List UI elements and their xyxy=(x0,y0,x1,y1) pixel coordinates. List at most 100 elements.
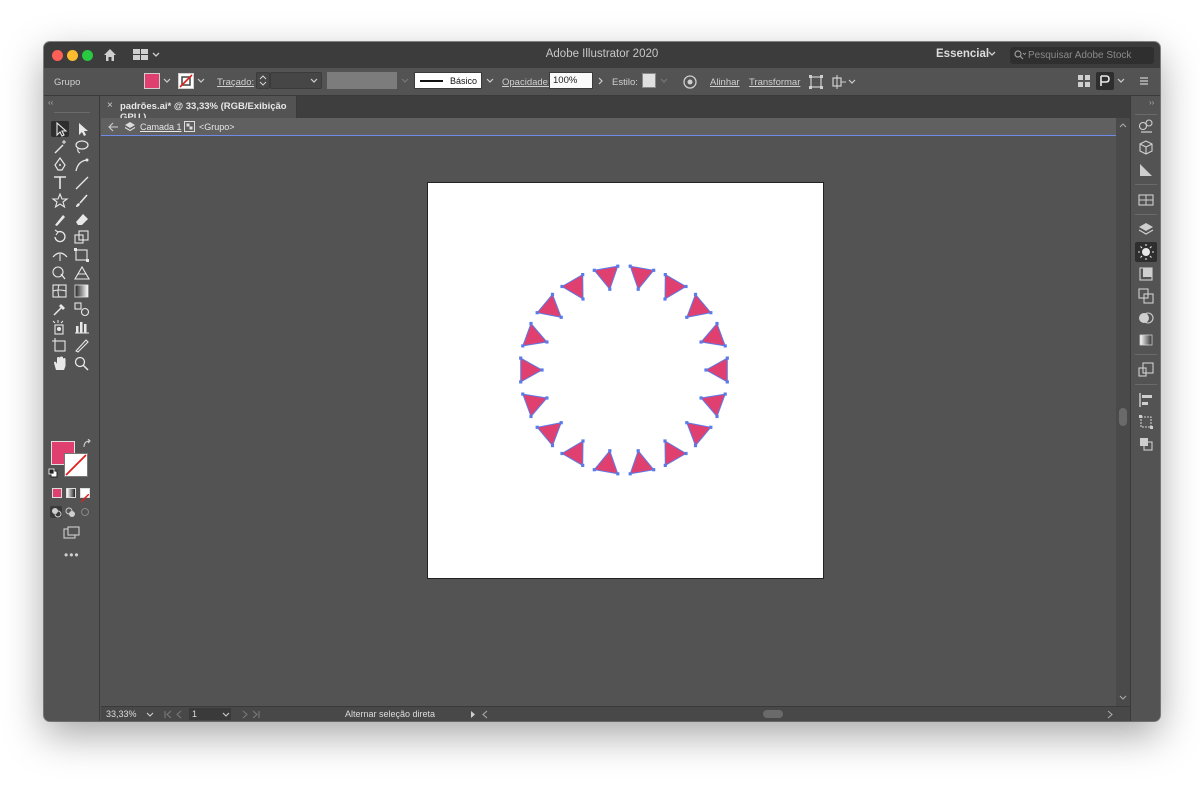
triangle-shape[interactable] xyxy=(704,357,728,383)
anchor-point[interactable] xyxy=(608,287,612,291)
status-menu-icon[interactable] xyxy=(469,710,477,719)
anchor-point[interactable] xyxy=(535,425,539,429)
first-prev-artboard-icon[interactable] xyxy=(163,710,187,719)
anchor-point[interactable] xyxy=(628,264,632,268)
panel-menu-icon[interactable] xyxy=(1138,74,1150,88)
vertical-scroll-thumb[interactable] xyxy=(1119,408,1127,426)
stroke-color-box[interactable] xyxy=(64,453,88,477)
triangle-shape[interactable] xyxy=(629,449,655,475)
anchor-point[interactable] xyxy=(685,421,689,425)
horizontal-scroll-thumb[interactable] xyxy=(763,710,783,718)
triangle-shape[interactable] xyxy=(520,357,544,383)
anchor-point[interactable] xyxy=(560,284,564,289)
artboard-tool-icon[interactable] xyxy=(51,337,69,353)
appearance-panel-icon[interactable] xyxy=(1138,310,1154,326)
free-transform-tool-icon[interactable] xyxy=(73,247,91,263)
symbol-sprayer-tool-icon[interactable] xyxy=(51,319,69,335)
anchor-point[interactable] xyxy=(519,356,523,360)
anchor-point[interactable] xyxy=(608,449,612,453)
triangle-shape[interactable] xyxy=(686,422,712,447)
scroll-up-icon[interactable] xyxy=(1118,121,1128,129)
anchor-point[interactable] xyxy=(693,292,698,296)
brush-definition[interactable]: Básico xyxy=(414,72,482,89)
anchor-point[interactable] xyxy=(529,414,533,419)
close-tab-icon[interactable]: × xyxy=(107,100,113,111)
swap-fill-stroke-icon[interactable] xyxy=(82,439,92,449)
libraries-panel-icon[interactable] xyxy=(1138,118,1154,134)
triangle-shape[interactable] xyxy=(700,393,726,418)
artboard[interactable] xyxy=(427,182,824,579)
anchor-point[interactable] xyxy=(663,439,667,443)
canvas[interactable] xyxy=(101,137,1116,706)
isolate-selection-icon[interactable] xyxy=(808,74,824,90)
transform-options-icon[interactable] xyxy=(832,74,856,90)
anchor-point[interactable] xyxy=(545,340,549,344)
brush-chevron-icon[interactable] xyxy=(484,75,496,87)
anchor-point[interactable] xyxy=(581,439,585,443)
lasso-tool-icon[interactable] xyxy=(73,139,91,155)
anchor-point[interactable] xyxy=(521,392,525,396)
align-link[interactable]: Alinhar xyxy=(710,77,740,88)
magic-wand-tool-icon[interactable] xyxy=(51,139,69,155)
anchor-point[interactable] xyxy=(652,268,656,272)
anchor-point[interactable] xyxy=(616,264,620,268)
blend-tool-icon[interactable] xyxy=(73,301,91,317)
triangle-shape[interactable] xyxy=(700,322,726,347)
scroll-left-icon[interactable] xyxy=(481,710,489,719)
document-tab[interactable]: × padrões.ai* @ 33,33% (RGB/Exibição GPU… xyxy=(101,96,297,123)
anchor-point[interactable] xyxy=(550,444,555,448)
width-profile-chevron-icon[interactable] xyxy=(399,75,411,87)
zoom-level[interactable]: 33,33% xyxy=(106,709,137,719)
anchor-point[interactable] xyxy=(592,268,596,272)
status-text[interactable]: Alternar seleção direta xyxy=(345,709,435,719)
mesh-tool-icon[interactable] xyxy=(51,283,69,299)
anchor-point[interactable] xyxy=(540,368,544,372)
anchor-point[interactable] xyxy=(519,380,523,384)
image-trace-panel-icon[interactable] xyxy=(1138,162,1154,178)
triangle-shape[interactable] xyxy=(522,322,548,347)
anchor-point[interactable] xyxy=(616,472,620,476)
zoom-tool-icon[interactable] xyxy=(73,355,91,371)
triangle-shape[interactable] xyxy=(536,422,562,447)
eyedropper-tool-icon[interactable] xyxy=(51,301,69,317)
artwork[interactable] xyxy=(428,183,823,578)
anchor-point[interactable] xyxy=(581,273,585,277)
triangle-shape[interactable] xyxy=(629,265,655,291)
eraser-tool-icon[interactable] xyxy=(73,211,91,227)
slice-tool-icon[interactable] xyxy=(73,337,91,353)
scale-tool-icon[interactable] xyxy=(73,229,91,245)
collapse-panels-icon[interactable]: ›› xyxy=(1149,98,1154,107)
opacity-arrow-icon[interactable] xyxy=(595,75,607,87)
arrange-panels-icon[interactable] xyxy=(1077,74,1091,88)
type-tool-icon[interactable] xyxy=(51,175,69,191)
pen-tool-icon[interactable] xyxy=(51,156,69,173)
stock-search[interactable] xyxy=(1010,47,1154,64)
edit-toolbar-icon[interactable]: ••• xyxy=(64,548,80,562)
style-chevron-icon[interactable] xyxy=(658,75,670,87)
asset-export-panel-icon[interactable] xyxy=(1138,362,1154,378)
scroll-down-icon[interactable] xyxy=(1118,694,1128,702)
tools-panel-grip[interactable] xyxy=(54,112,90,114)
triangle-shape[interactable] xyxy=(561,273,584,300)
anchor-point[interactable] xyxy=(592,468,596,472)
anchor-point[interactable] xyxy=(560,451,564,456)
scroll-right-icon[interactable] xyxy=(1106,710,1114,719)
anchor-point[interactable] xyxy=(725,380,729,384)
star-tool-icon[interactable] xyxy=(51,192,69,209)
workspace-switcher[interactable]: Essencial xyxy=(936,48,989,60)
gradient-panel-icon[interactable] xyxy=(1138,332,1154,348)
shape-builder-tool-icon[interactable] xyxy=(51,265,69,281)
rotate-tool-icon[interactable] xyxy=(51,229,69,245)
anchor-point[interactable] xyxy=(709,425,713,429)
color-mode-icon[interactable] xyxy=(52,488,62,498)
perspective-grid-tool-icon[interactable] xyxy=(73,265,91,281)
direct-selection-tool-icon[interactable] xyxy=(73,121,91,137)
screen-mode-icon[interactable] xyxy=(63,526,81,540)
next-last-artboard-icon[interactable] xyxy=(237,710,261,719)
shaper-tool-icon[interactable] xyxy=(51,211,69,227)
align-panel-icon[interactable] xyxy=(1138,392,1154,408)
stroke-chevron-icon[interactable] xyxy=(195,75,207,87)
anchor-point[interactable] xyxy=(684,451,688,456)
layers-panel-icon[interactable] xyxy=(1138,222,1154,238)
opacity-input[interactable] xyxy=(549,72,593,89)
